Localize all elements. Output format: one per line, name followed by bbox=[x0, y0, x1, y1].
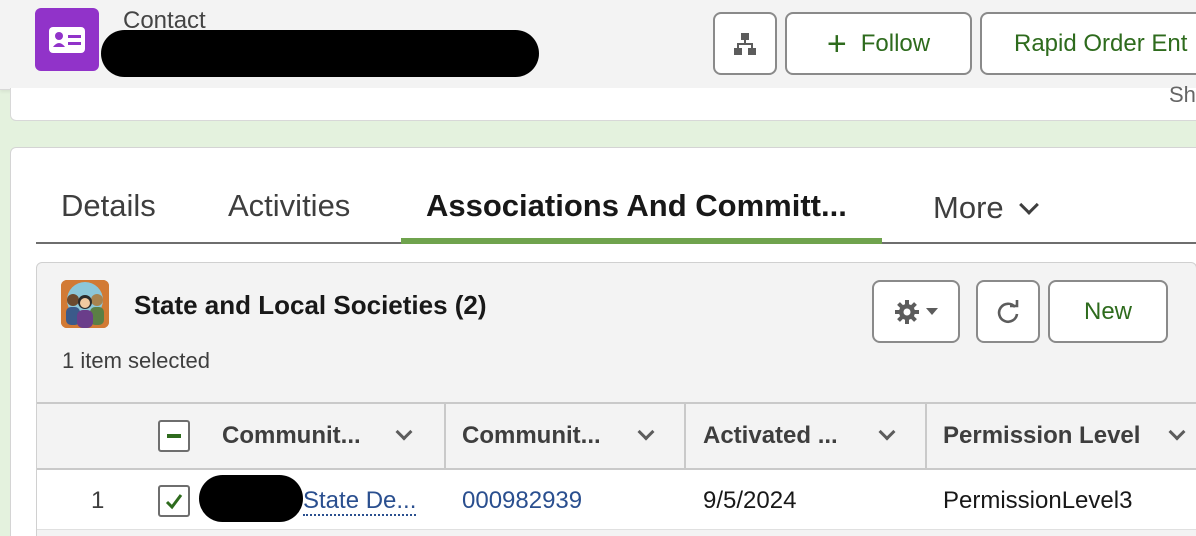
tab-more[interactable]: More bbox=[933, 190, 1039, 226]
selection-count: 1 item selected bbox=[62, 348, 210, 373]
community-name-link[interactable]: State De... bbox=[303, 487, 417, 516]
redacted-cell bbox=[199, 475, 303, 522]
tab-bar: Details Activities Associations And Comm… bbox=[36, 176, 1196, 244]
community-name-text: State De... bbox=[303, 487, 417, 516]
caret-down-icon bbox=[926, 308, 938, 315]
rapid-order-label: Rapid Order Ent bbox=[1014, 29, 1188, 57]
column-header-permission-level[interactable]: Permission Level bbox=[943, 404, 1196, 468]
follow-label: Follow bbox=[860, 29, 931, 57]
select-all-checkbox[interactable] bbox=[158, 420, 190, 452]
checkmark-icon bbox=[165, 494, 183, 510]
column-label: Communit... bbox=[222, 422, 361, 449]
people-group-icon bbox=[61, 280, 109, 328]
contact-card-icon bbox=[35, 8, 99, 71]
chevron-down-icon[interactable] bbox=[878, 423, 896, 441]
table-row: 1 State De... 000982939 9/5/2024 Permiss… bbox=[37, 470, 1196, 530]
chevron-down-icon[interactable] bbox=[637, 423, 655, 441]
column-divider[interactable] bbox=[925, 404, 927, 468]
chevron-down-icon[interactable] bbox=[395, 423, 413, 441]
chevron-down-icon[interactable] bbox=[1168, 423, 1186, 441]
active-tab-indicator bbox=[401, 238, 882, 244]
refresh-button[interactable] bbox=[976, 280, 1040, 343]
row-number: 1 bbox=[91, 487, 105, 514]
gear-icon bbox=[895, 299, 919, 324]
column-label: Permission Level bbox=[943, 422, 1141, 449]
column-label: Activated ... bbox=[703, 422, 838, 449]
refresh-icon bbox=[997, 299, 1019, 323]
column-header-community-name[interactable]: Communit... bbox=[222, 404, 444, 468]
indeterminate-icon bbox=[167, 434, 181, 438]
community-number-link[interactable]: 000982939 bbox=[462, 487, 582, 515]
tab-details[interactable]: Details bbox=[61, 188, 156, 224]
related-list-state-local-societies: State and Local Societies (2) 1 item sel… bbox=[36, 262, 1196, 536]
hierarchy-icon bbox=[734, 32, 756, 55]
record-tabs-card: Details Activities Associations And Comm… bbox=[10, 147, 1196, 536]
row-select-checkbox[interactable] bbox=[158, 485, 190, 517]
tab-more-label: More bbox=[933, 190, 1004, 225]
tab-associations-and-committees[interactable]: Associations And Committ... bbox=[426, 188, 847, 224]
column-label: Communit... bbox=[462, 422, 601, 449]
tab-activities[interactable]: Activities bbox=[228, 188, 350, 224]
highlights-partial-text: Sh bbox=[1169, 82, 1196, 107]
column-divider[interactable] bbox=[684, 404, 686, 468]
table-header: Communit... Communit... Activated ... Pe… bbox=[37, 402, 1196, 470]
view-hierarchy-button[interactable] bbox=[713, 12, 777, 75]
chevron-down-icon bbox=[1018, 195, 1039, 215]
column-header-activated[interactable]: Activated ... bbox=[703, 404, 925, 468]
follow-button[interactable]: + Follow bbox=[785, 12, 972, 75]
rapid-order-entry-button[interactable]: Rapid Order Ent bbox=[980, 12, 1196, 75]
plus-icon: + bbox=[826, 24, 847, 63]
list-settings-button[interactable] bbox=[872, 280, 960, 343]
new-button[interactable]: New bbox=[1048, 280, 1168, 343]
column-divider[interactable] bbox=[444, 404, 446, 468]
related-list-title[interactable]: State and Local Societies (2) bbox=[134, 290, 487, 321]
record-header: Contact + Follow Rapid Order Ent bbox=[0, 0, 1196, 90]
permission-level-value: PermissionLevel3 bbox=[943, 487, 1133, 514]
column-header-community-number[interactable]: Communit... bbox=[462, 404, 684, 468]
highlights-panel: Sh bbox=[10, 82, 1196, 121]
redacted-record-name bbox=[101, 30, 539, 77]
activated-date: 9/5/2024 bbox=[703, 487, 797, 514]
